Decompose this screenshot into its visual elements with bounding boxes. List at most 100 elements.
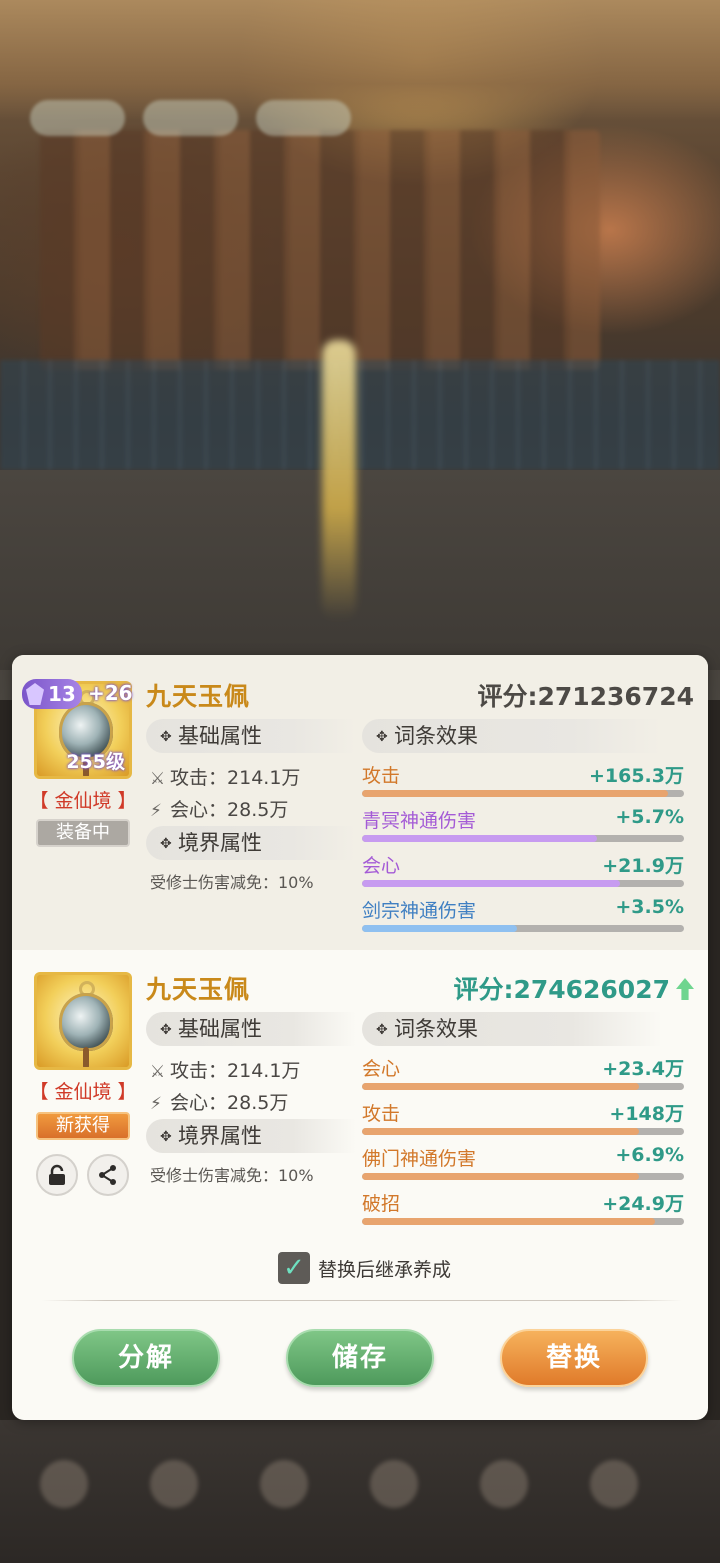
affix-row: 青冥神通伤害 +5.7% <box>362 806 684 850</box>
affix-name: 破招 <box>362 1193 401 1215</box>
affix-value: +21.9万 <box>602 855 684 877</box>
realm-stat: 受修士伤害减免：10% <box>150 873 314 892</box>
score-label: 评分: <box>477 682 538 711</box>
lock-icon <box>49 1164 65 1185</box>
affix-bar-track <box>362 925 684 932</box>
divider <box>42 1300 682 1301</box>
decompose-button[interactable]: 分解 <box>72 1329 220 1387</box>
sword-icon: ⚔ <box>150 769 166 789</box>
menu-icon <box>480 1460 528 1508</box>
affix-bar-fill <box>362 835 598 842</box>
affix-bar-fill <box>362 925 517 932</box>
scene-railing <box>0 360 720 470</box>
affix-bar-track <box>362 880 684 887</box>
affix-bar-fill <box>362 1083 639 1090</box>
menu-icon <box>260 1460 308 1508</box>
affix-value: +24.9万 <box>602 1193 684 1215</box>
affix-name: 佛门神通伤害 <box>362 1148 477 1170</box>
affix-row: 佛门神通伤害 +6.9% <box>362 1144 684 1188</box>
base-attributes-header: ✥ 基础属性 <box>146 719 356 753</box>
base-attributes-header: ✥ 基础属性 <box>146 1012 356 1046</box>
affix-value: +23.4万 <box>602 1058 684 1080</box>
affix-row: 攻击 +165.3万 <box>362 761 684 805</box>
store-button[interactable]: 储存 <box>286 1329 434 1387</box>
item-score: 评分:274626027 <box>453 970 694 1006</box>
gem-level-badge: 13 <box>22 679 82 709</box>
stat-attack: ⚔ 攻击：214.1万 <box>150 767 301 789</box>
affix-bar-fill <box>362 790 668 797</box>
new-item-icon[interactable] <box>34 972 132 1070</box>
score-value: 271236724 <box>537 682 694 711</box>
equipped-status-badge: 装备中 <box>36 819 130 847</box>
inherit-checkbox-label[interactable]: 替换后继承养成 <box>318 1255 451 1282</box>
menu-icon <box>150 1460 198 1508</box>
item-name: 九天玉佩 <box>146 975 251 1004</box>
diamond-icon: ✥ <box>376 1022 388 1038</box>
crit-icon: ⚡ <box>150 801 162 821</box>
affix-name: 会心 <box>362 855 401 877</box>
blurred-top-hud <box>30 100 351 136</box>
stat-crit: ⚡ 会心：28.5万 <box>150 1092 289 1114</box>
diamond-icon: ✥ <box>160 729 172 745</box>
affix-bar-track <box>362 1083 684 1090</box>
hud-chip <box>256 100 351 136</box>
affix-row: 会心 +21.9万 <box>362 851 684 895</box>
hud-chip <box>30 100 125 136</box>
affix-effects-header: ✥ 词条效果 <box>362 1012 662 1046</box>
affix-row: 破招 +24.9万 <box>362 1189 684 1233</box>
share-icon <box>99 1165 116 1185</box>
affix-bar-track <box>362 1173 684 1180</box>
stat-crit: ⚡ 会心：28.5万 <box>150 799 289 821</box>
affix-row: 剑宗神通伤害 +3.5% <box>362 896 684 940</box>
lock-button[interactable] <box>36 1154 78 1196</box>
share-button[interactable] <box>87 1154 129 1196</box>
sword-icon: ⚔ <box>150 1062 166 1082</box>
scene-floor <box>0 470 720 670</box>
affix-bar-fill <box>362 1128 639 1135</box>
affix-value: +165.3万 <box>588 765 684 787</box>
scene-hall <box>40 130 600 370</box>
equipped-item-section: 255级 13 +26 【 金仙境 】 装备中 九天玉佩 评分:27123672… <box>12 655 708 950</box>
menu-icon <box>370 1460 418 1508</box>
affix-value: +148万 <box>609 1103 684 1125</box>
score-value: 274626027 <box>513 975 670 1004</box>
pendant-tassel <box>83 1047 89 1067</box>
affix-effects-header: ✥ 词条效果 <box>362 719 662 753</box>
crit-icon: ⚡ <box>150 1094 162 1114</box>
glowing-light-pillar <box>322 340 356 620</box>
item-realm: 【 金仙境 】 <box>29 1081 137 1103</box>
score-label: 评分: <box>453 975 514 1004</box>
diamond-icon: ✥ <box>160 1022 172 1038</box>
item-name: 九天玉佩 <box>146 682 251 711</box>
menu-icon <box>590 1460 638 1508</box>
score-up-arrow-icon <box>676 978 694 1000</box>
affix-value: +5.7% <box>615 806 684 828</box>
realm-attributes-header: ✥ 境界属性 <box>146 1119 356 1153</box>
affix-bar-track <box>362 790 684 797</box>
affix-bar-fill <box>362 880 620 887</box>
diamond-icon: ✥ <box>160 1129 172 1145</box>
affix-name: 会心 <box>362 1058 401 1080</box>
stat-attack: ⚔ 攻击：214.1万 <box>150 1060 301 1082</box>
menu-icon <box>40 1460 88 1508</box>
affix-row: 会心 +23.4万 <box>362 1054 684 1098</box>
diamond-icon: ✥ <box>376 729 388 745</box>
affix-name: 攻击 <box>362 765 401 787</box>
affix-value: +6.9% <box>615 1144 684 1166</box>
purple-gem-icon <box>26 683 44 705</box>
realm-stat: 受修士伤害减免：10% <box>150 1166 314 1185</box>
replace-button[interactable]: 替换 <box>500 1329 648 1387</box>
affix-bar-track <box>362 1218 684 1225</box>
inherit-checkbox[interactable]: ✓ <box>278 1252 310 1284</box>
item-score: 评分:271236724 <box>477 677 694 713</box>
diamond-icon: ✥ <box>160 836 172 852</box>
affix-bar-fill <box>362 1218 656 1225</box>
item-level: 255级 <box>66 751 125 773</box>
affix-name: 剑宗神通伤害 <box>362 900 477 922</box>
enhance-level: +26 <box>88 681 133 705</box>
blurred-bottom-menu <box>40 1460 638 1508</box>
realm-attributes-header: ✥ 境界属性 <box>146 826 356 860</box>
affix-bar-fill <box>362 1173 639 1180</box>
item-realm: 【 金仙境 】 <box>29 790 137 812</box>
new-item-section: 【 金仙境 】 新获得 九天玉佩 评分:274626027 ✥ 基础属性 ✥ 词… <box>12 955 708 1255</box>
